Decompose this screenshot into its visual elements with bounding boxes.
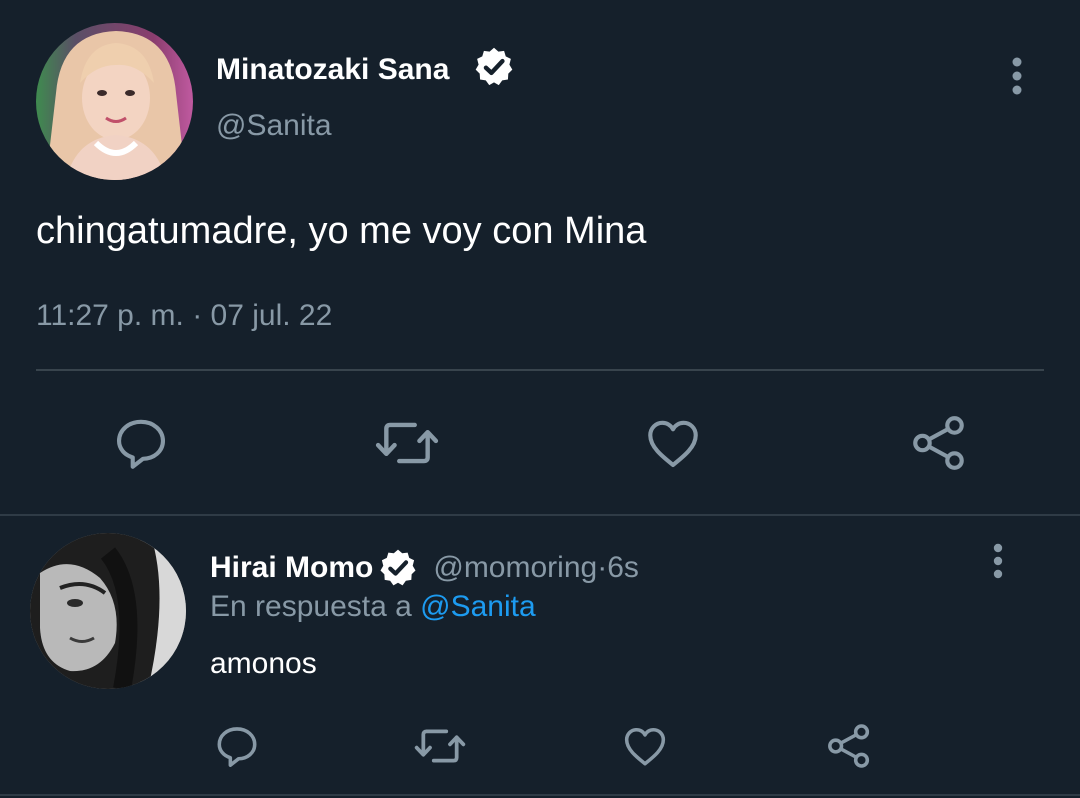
author-handle[interactable]: @Sanita <box>216 108 332 144</box>
reply-icon[interactable] <box>110 412 172 474</box>
tweet-text: chingatumadre, yo me voy con Mina <box>36 210 647 252</box>
verified-badge-icon <box>472 45 516 89</box>
in-reply-mention-link[interactable]: @Sanita <box>420 590 536 623</box>
retweet-icon[interactable] <box>412 721 468 771</box>
tweet-time: 11:27 p. m. <box>36 299 184 332</box>
author-name[interactable]: Minatozaki Sana <box>216 52 449 88</box>
reply-author-handle[interactable]: @momoring <box>433 550 597 586</box>
retweet-icon[interactable] <box>373 412 441 474</box>
in-reply-prefix: En respuesta a <box>210 590 412 623</box>
thread-divider <box>0 514 1080 516</box>
like-icon[interactable] <box>620 721 670 771</box>
tweet-date: 07 jul. 22 <box>210 299 333 332</box>
timestamp-separator: · <box>183 299 211 332</box>
author-avatar[interactable] <box>36 23 193 180</box>
reply-author-avatar[interactable] <box>30 533 186 689</box>
like-icon[interactable] <box>642 412 704 474</box>
tweet-thread-screen: Minatozaki Sana @Sanita chingatumadre, y… <box>0 0 1080 798</box>
reply-author-name[interactable]: Hirai Momo <box>210 550 373 586</box>
more-vertical-icon[interactable] <box>984 541 1012 583</box>
reply-text: amonos <box>210 647 317 680</box>
reply-icon[interactable] <box>212 721 262 771</box>
tweet-divider <box>36 369 1044 371</box>
more-vertical-icon[interactable] <box>1002 54 1032 98</box>
reply-age: 6s <box>607 551 639 584</box>
verified-badge-icon <box>377 547 419 589</box>
share-icon[interactable] <box>824 721 874 771</box>
reply-header: Hirai Momo @momoring · 6s <box>210 548 639 588</box>
tweet-timestamp: 11:27 p. m. · 07 jul. 22 <box>36 298 332 334</box>
reply-divider <box>0 794 1080 796</box>
in-reply-to: En respuesta a @Sanita <box>210 589 536 625</box>
reply-separator: · <box>597 551 608 584</box>
share-icon[interactable] <box>908 412 970 474</box>
